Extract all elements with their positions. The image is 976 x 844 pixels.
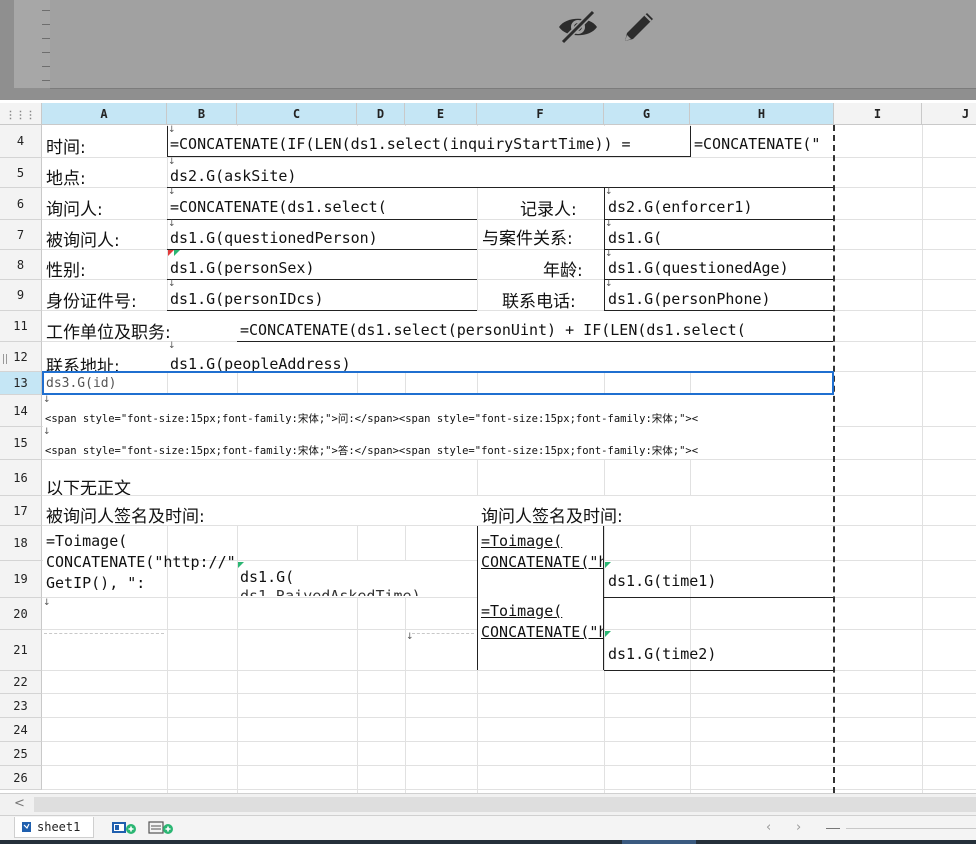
label-place[interactable]: 地点: [46, 164, 86, 189]
taskbar-edge [0, 840, 976, 844]
label-age[interactable]: 年龄: [543, 256, 583, 281]
scroll-left-icon[interactable]: < [14, 796, 25, 811]
row-header-15[interactable]: 15 [0, 427, 42, 460]
col-header-j[interactable]: J [922, 103, 976, 125]
horizontal-scrollbar[interactable]: < [0, 793, 976, 816]
cell-flag-green-icon [174, 250, 180, 256]
zoom-out-icon[interactable] [826, 828, 840, 829]
row-header-23[interactable]: 23 [0, 694, 42, 718]
label-inquirer[interactable]: 询问人: [46, 195, 103, 220]
row-header-6[interactable]: 6 [0, 188, 42, 220]
cell-ask-site[interactable]: ds2.G(askSite) [170, 167, 296, 185]
row-header-13[interactable]: 13 [0, 372, 42, 395]
row-header-21[interactable]: 21 [0, 630, 42, 671]
frozen-pane-marker [3, 354, 7, 364]
add-sheet-icon[interactable] [111, 820, 139, 835]
row-header-24[interactable]: 24 [0, 718, 42, 742]
add-report-icon[interactable] [148, 820, 176, 835]
next-sheet-button[interactable]: › [796, 820, 801, 835]
row-header-18[interactable]: 18 [0, 526, 42, 561]
sheet-tab-label: sheet1 [37, 820, 81, 834]
row-header-8[interactable]: 8 [0, 250, 42, 280]
cell-asked-time-formula[interactable]: ds1.G( [240, 568, 294, 586]
taskbar-active-item [622, 840, 696, 844]
cell-people-address[interactable]: ds1.G(peopleAddress) [170, 355, 351, 371]
row-header-14[interactable]: 14 [0, 395, 42, 427]
cell-enforcer[interactable]: ds2.G(enforcer1) [608, 198, 753, 216]
row-header-11[interactable]: 11 [0, 311, 42, 342]
sheet-icon [22, 822, 31, 832]
row-header-22[interactable]: 22 [0, 671, 42, 694]
row-header-4[interactable]: 4 [0, 125, 42, 158]
col-header-b[interactable]: B [167, 103, 237, 125]
cell-asked-time-formula-overflow: ds1.RaivedAskedTime) [240, 587, 421, 596]
cell-answer-html[interactable]: <span style="font-size:15px;font-family:… [45, 443, 833, 458]
label-id-number[interactable]: 身份证件号: [46, 287, 137, 312]
label-work-unit[interactable]: 工作单位及职务: [46, 318, 171, 343]
cell-signature-image-formula[interactable]: =Toimage( CONCATENATE("http://", GetIP()… [46, 531, 234, 595]
cell-inquirer-image-formula-2[interactable]: =Toimage( CONCATENATE("http://", [481, 601, 603, 669]
label-phone[interactable]: 联系电话: [502, 287, 576, 312]
row-header-17[interactable]: 17 [0, 496, 42, 526]
cell-questioned-person[interactable]: ds1.G(questionedPerson) [170, 229, 378, 247]
cell-person-phone[interactable]: ds1.G(personPhone) [608, 290, 771, 308]
cell-case-relation[interactable]: ds1.G( [608, 229, 662, 247]
label-questioned-signature[interactable]: 被询问人签名及时间: [46, 502, 205, 527]
col-header-i[interactable]: I [834, 103, 922, 125]
prev-sheet-button[interactable]: ‹ [766, 820, 771, 835]
page-break-line [833, 125, 835, 793]
cell-person-sex[interactable]: ds1.G(personSex) [170, 259, 315, 277]
col-header-e[interactable]: E [405, 103, 477, 125]
report-header-panel [50, 0, 976, 89]
selected-cell-range[interactable] [42, 371, 834, 395]
label-recorder[interactable]: 记录人: [520, 195, 577, 220]
label-sex[interactable]: 性别: [46, 256, 86, 281]
label-time[interactable]: 时间: [46, 133, 86, 158]
col-header-h[interactable]: H [690, 103, 834, 125]
cell-flag-green-icon [238, 562, 244, 568]
select-all-corner[interactable]: ⋮⋮⋮ [0, 103, 42, 125]
cell-time2[interactable]: ds1.G(time2) [608, 645, 716, 663]
row-header-9[interactable]: 9 [0, 280, 42, 311]
cell-no-more-text[interactable]: 以下无正文 [46, 474, 131, 495]
col-header-c[interactable]: C [237, 103, 357, 125]
cell-flag-green-icon [605, 562, 611, 568]
row-header-7[interactable]: 7 [0, 220, 42, 250]
cell-inquirer-formula[interactable]: =CONCATENATE(ds1.select( [170, 198, 475, 216]
row-header-19[interactable]: 19 [0, 561, 42, 598]
label-case-relation[interactable]: 与案件关系: [482, 224, 573, 249]
col-header-d[interactable]: D [357, 103, 405, 125]
cell-person-id[interactable]: ds1.G(personIDcs) [170, 290, 324, 308]
label-questioned-person[interactable]: 被询问人: [46, 226, 120, 251]
cell-work-unit-formula[interactable]: =CONCATENATE(ds1.select(personUint) + IF… [240, 321, 833, 339]
vertical-ruler [14, 0, 51, 88]
pencil-icon[interactable] [619, 7, 659, 47]
col-header-a[interactable]: A [42, 103, 167, 125]
cell-time-formula[interactable]: =CONCATENATE(IF(LEN(ds1.select(inquirySt… [170, 135, 689, 153]
col-header-g[interactable]: G [604, 103, 690, 125]
cell-ds3-id[interactable]: ds3.G(id) [46, 376, 116, 391]
row-header-20[interactable]: 20 [0, 598, 42, 630]
col-header-f[interactable]: F [477, 103, 604, 125]
cell-time-end-formula[interactable]: =CONCATENATE(" [694, 135, 833, 153]
cell-inquirer-image-formula-1[interactable]: =Toimage( CONCATENATE("http://", [481, 531, 603, 595]
zoom-slider[interactable] [846, 828, 976, 829]
row-header-25[interactable]: 25 [0, 742, 42, 766]
row-header-26[interactable]: 26 [0, 766, 42, 790]
sheet-tab-sheet1[interactable]: sheet1 [14, 817, 94, 838]
row-header-16[interactable]: 16 [0, 460, 42, 496]
eye-slash-icon[interactable] [556, 9, 600, 45]
cell-time1[interactable]: ds1.G(time1) [608, 572, 716, 590]
row-header-5[interactable]: 5 [0, 158, 42, 188]
label-address[interactable]: 联系地址: [46, 352, 120, 371]
cell-questioned-age[interactable]: ds1.G(questionedAge) [608, 259, 789, 277]
spreadsheet-grid[interactable]: ⋮⋮⋮ A B C D E F G H I J 4 5 6 7 8 9 11 1… [0, 103, 976, 793]
cell-flag-green-icon [605, 631, 611, 637]
label-inquirer-signature[interactable]: 询问人签名及时间: [481, 502, 623, 527]
cell-question-html[interactable]: <span style="font-size:15px;font-family:… [45, 411, 833, 426]
scrollbar-track[interactable] [34, 797, 976, 812]
